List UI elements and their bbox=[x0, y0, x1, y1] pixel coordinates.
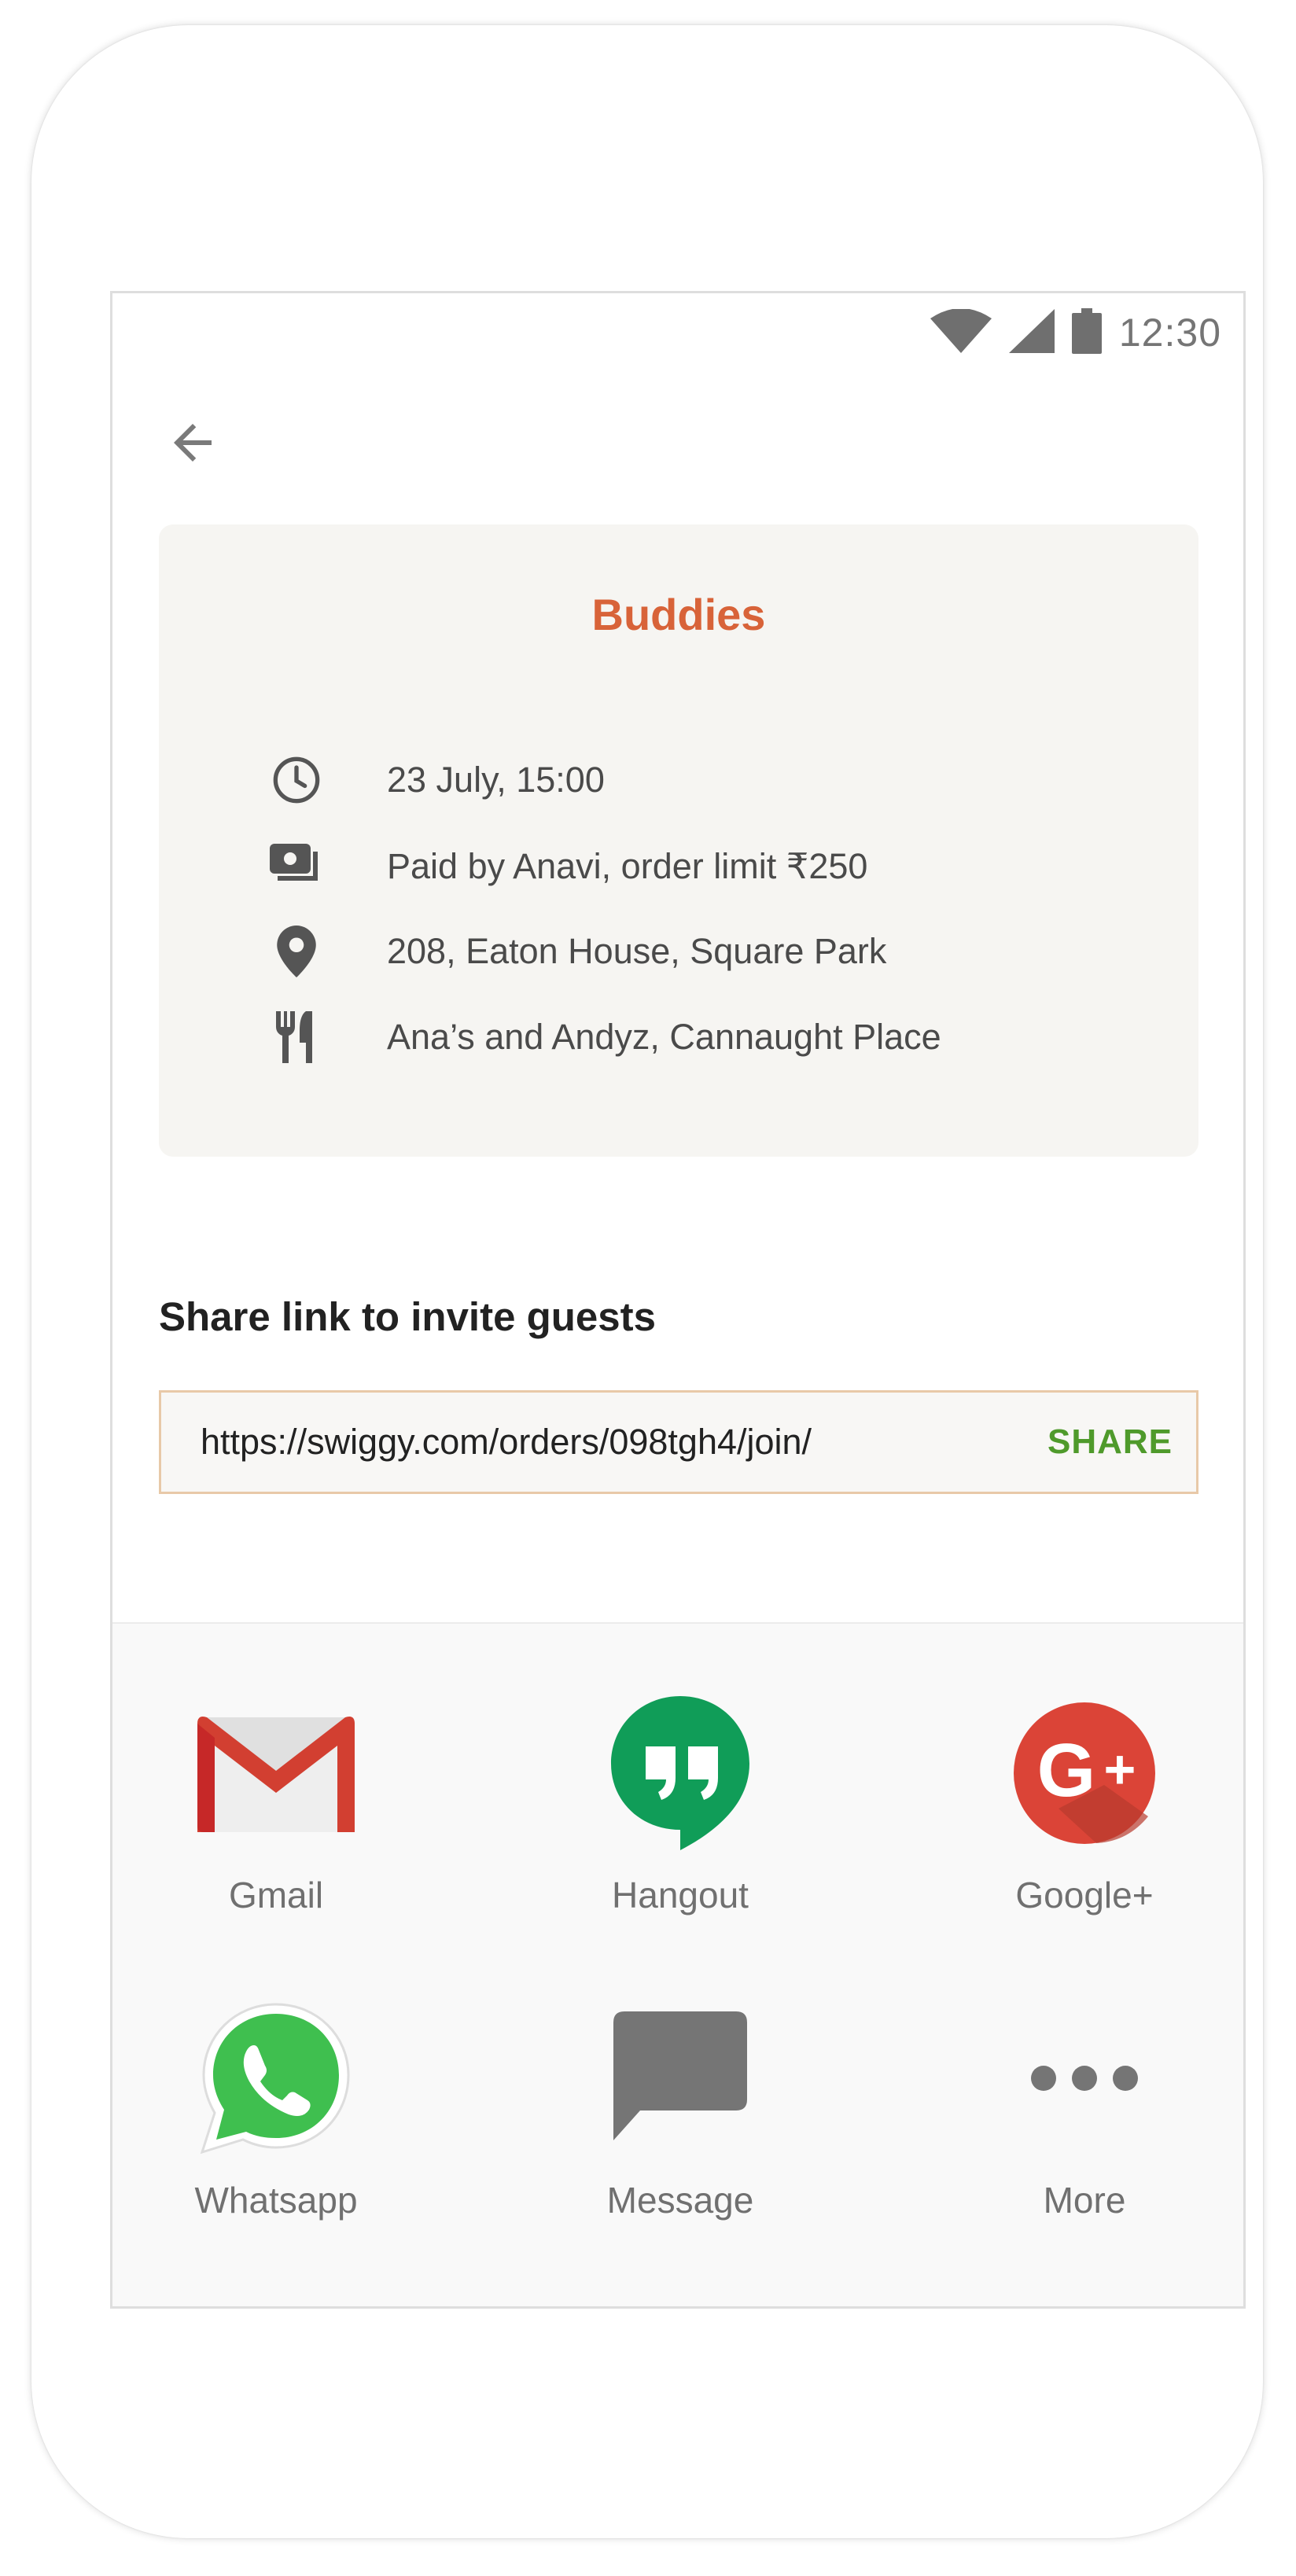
detail-row-address: 208, Eaton House, Square Park bbox=[269, 924, 886, 979]
app-screen: 12:30 Buddies 23 July, 15:00 Paid by Ana… bbox=[110, 291, 1246, 2309]
wifi-icon bbox=[930, 307, 992, 357]
status-time: 12:30 bbox=[1118, 311, 1221, 355]
address-text: 208, Eaton House, Square Park bbox=[387, 931, 887, 971]
restaurant-text: Ana’s and Andyz, Cannaught Place bbox=[387, 1017, 941, 1057]
whatsapp-icon bbox=[197, 2000, 355, 2157]
payment-text: Paid by Anavi, order limit ₹250 bbox=[387, 845, 868, 886]
phone-frame: 12:30 Buddies 23 July, 15:00 Paid by Ana… bbox=[31, 25, 1263, 2538]
more-icon bbox=[1006, 2000, 1163, 2157]
share-heading: Share link to invite guests bbox=[159, 1294, 656, 1339]
detail-row-time: 23 July, 15:00 bbox=[269, 753, 605, 808]
share-link-box: https://swiggy.com/orders/098tgh4/join/ … bbox=[159, 1390, 1198, 1494]
detail-row-payment: Paid by Anavi, order limit ₹250 bbox=[269, 838, 867, 893]
back-button[interactable] bbox=[153, 403, 232, 482]
google-plus-label: Google+ bbox=[1015, 1875, 1154, 1915]
hangout-icon bbox=[602, 1695, 759, 1852]
svg-text:G: G bbox=[1037, 1728, 1096, 1812]
clock-icon bbox=[269, 753, 324, 808]
more-label: More bbox=[1043, 2180, 1126, 2221]
order-details-card: Buddies 23 July, 15:00 Paid by Anavi, or… bbox=[159, 524, 1198, 1157]
location-pin-icon bbox=[269, 924, 324, 979]
message-label: Message bbox=[606, 2180, 754, 2221]
money-icon bbox=[269, 838, 324, 893]
share-button[interactable]: SHARE bbox=[1047, 1393, 1173, 1492]
share-sheet: Gmail Hangout G + Google+ Whatsapp Messa… bbox=[112, 1622, 1243, 2306]
order-time-text: 23 July, 15:00 bbox=[387, 760, 605, 800]
message-icon bbox=[602, 2000, 759, 2157]
restaurant-icon bbox=[269, 1010, 324, 1065]
svg-text:+: + bbox=[1104, 1739, 1136, 1800]
arrow-back-icon bbox=[174, 424, 212, 462]
detail-row-restaurant: Ana’s and Andyz, Cannaught Place bbox=[269, 1010, 941, 1065]
signal-icon bbox=[1008, 308, 1055, 357]
battery-icon bbox=[1071, 307, 1102, 358]
status-bar: 12:30 bbox=[112, 293, 1243, 372]
whatsapp-label: Whatsapp bbox=[194, 2180, 358, 2221]
gmail-label: Gmail bbox=[228, 1875, 324, 1915]
group-order-title: Buddies bbox=[591, 590, 766, 639]
share-link-url[interactable]: https://swiggy.com/orders/098tgh4/join/ bbox=[201, 1393, 812, 1492]
google-plus-icon: G + bbox=[1006, 1695, 1163, 1852]
hangout-label: Hangout bbox=[612, 1875, 749, 1915]
gmail-icon bbox=[197, 1695, 355, 1852]
status-icons: 12:30 bbox=[930, 307, 1221, 358]
